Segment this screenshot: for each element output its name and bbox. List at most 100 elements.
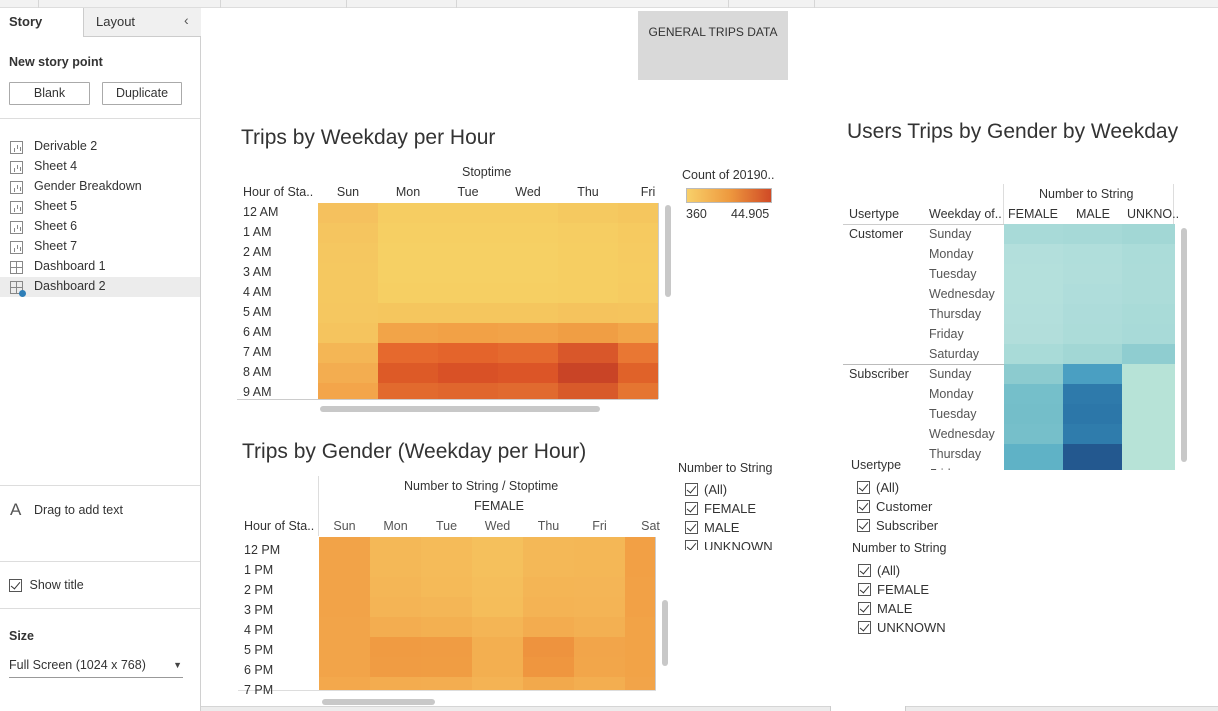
- chart2-heatmap-cell[interactable]: [370, 617, 421, 637]
- chart1-heatmap-cell[interactable]: [498, 263, 558, 283]
- chart2-heatmap-cell[interactable]: [472, 617, 523, 637]
- chart1-heatmap-cell[interactable]: [438, 223, 498, 243]
- chart3-heatmap-cell[interactable]: [1063, 424, 1122, 444]
- chart2-heatmap-cell[interactable]: [625, 617, 655, 637]
- chart1-heatmap-cell[interactable]: [498, 323, 558, 343]
- collapse-panel-icon[interactable]: ‹: [184, 12, 189, 28]
- chart1-heatmap-cell[interactable]: [618, 303, 658, 323]
- chart3-heatmap-cell[interactable]: [1122, 404, 1175, 424]
- chart1-vertical-scrollbar[interactable]: [665, 205, 671, 297]
- chart2-heatmap-cell[interactable]: [421, 577, 472, 597]
- chart1-heatmap-cell[interactable]: [318, 263, 378, 283]
- chart1-heatmap-cell[interactable]: [618, 203, 658, 223]
- chart1-heatmap-cell[interactable]: [438, 363, 498, 383]
- chart1-heatmap-cell[interactable]: [618, 283, 658, 303]
- chart3-heatmap-cell[interactable]: [1063, 284, 1122, 304]
- filter-checkbox[interactable]: [857, 519, 870, 533]
- filter-checkbox[interactable]: [685, 540, 698, 550]
- chart1-heatmap-cell[interactable]: [318, 343, 378, 363]
- filter-checkbox[interactable]: [858, 621, 871, 635]
- filter-item[interactable]: (All): [857, 479, 899, 498]
- chart2-heatmap-cell[interactable]: [370, 637, 421, 657]
- sheet-item[interactable]: Derivable 2: [0, 137, 200, 157]
- chart2-heatmap-cell[interactable]: [319, 577, 370, 597]
- chart2-heatmap-cell[interactable]: [421, 637, 472, 657]
- chart2-heatmap-cell[interactable]: [472, 677, 523, 690]
- chart2-heatmap-cell[interactable]: [421, 537, 472, 557]
- chart2-heatmap-cell[interactable]: [421, 617, 472, 637]
- active-story-point[interactable]: [830, 706, 906, 711]
- chart2-heatmap-cell[interactable]: [472, 637, 523, 657]
- blank-button[interactable]: Blank: [9, 82, 90, 105]
- chart3-heatmap-cell[interactable]: [1122, 364, 1175, 384]
- chart1-heatmap-cell[interactable]: [558, 283, 618, 303]
- filter-item[interactable]: Subscriber: [857, 517, 938, 536]
- filter-checkbox[interactable]: [858, 564, 871, 578]
- filter-item[interactable]: (All): [858, 562, 900, 581]
- sheet-item[interactable]: Gender Breakdown: [0, 177, 200, 197]
- sheet-item[interactable]: Dashboard 2: [0, 277, 200, 297]
- chart2-heatmap-cell[interactable]: [625, 537, 655, 557]
- chart3-heatmap-cell[interactable]: [1004, 344, 1063, 364]
- chart3-heatmap-cell[interactable]: [1004, 284, 1063, 304]
- chart1-heatmap-cell[interactable]: [438, 343, 498, 363]
- filter-item[interactable]: FEMALE: [685, 500, 756, 519]
- chart2-heatmap-cell[interactable]: [319, 617, 370, 637]
- chart1-heatmap-cell[interactable]: [318, 223, 378, 243]
- chart1-heatmap-cell[interactable]: [318, 203, 378, 223]
- filter-checkbox[interactable]: [685, 502, 698, 516]
- drag-to-add-text[interactable]: Drag to add text: [34, 503, 123, 517]
- chart3-heatmap-cell[interactable]: [1063, 264, 1122, 284]
- size-dropdown[interactable]: Full Screen (1024 x 768) ▼: [9, 658, 183, 678]
- chart1-heatmap-cell[interactable]: [498, 203, 558, 223]
- chart1-heatmap-cell[interactable]: [318, 303, 378, 323]
- chart1-heatmap-cell[interactable]: [318, 243, 378, 263]
- chart3-heatmap-cell[interactable]: [1063, 224, 1122, 244]
- chart3-heatmap-cell[interactable]: [1122, 304, 1175, 324]
- chart2-heatmap-cell[interactable]: [370, 557, 421, 577]
- chart1-heatmap-cell[interactable]: [558, 363, 618, 383]
- chart1-heatmap-cell[interactable]: [618, 243, 658, 263]
- chart2-heatmap-cell[interactable]: [472, 557, 523, 577]
- chart2-heatmap-cell[interactable]: [625, 677, 655, 690]
- chart2-heatmap-cell[interactable]: [472, 657, 523, 677]
- chart2-heatmap-cell[interactable]: [370, 537, 421, 557]
- filter-item[interactable]: UNKNOWN: [685, 538, 773, 550]
- chart2-heatmap-cell[interactable]: [421, 677, 472, 690]
- general-trips-data-button[interactable]: GENERAL TRIPS DATA: [638, 11, 788, 80]
- chart2-heatmap-cell[interactable]: [319, 557, 370, 577]
- chart1-heatmap-cell[interactable]: [618, 263, 658, 283]
- chart3-heatmap-cell[interactable]: [1122, 424, 1175, 444]
- chart2-heatmap-cell[interactable]: [370, 577, 421, 597]
- chart2-heatmap-cell[interactable]: [574, 597, 625, 617]
- chart1-heatmap-cell[interactable]: [438, 303, 498, 323]
- filter-item[interactable]: Customer: [857, 498, 932, 517]
- chart2-heatmap-cell[interactable]: [523, 637, 574, 657]
- chart1-heatmap-cell[interactable]: [558, 343, 618, 363]
- chart2-heatmap-cell[interactable]: [472, 597, 523, 617]
- filter-checkbox[interactable]: [858, 583, 871, 597]
- chart3-heatmap-cell[interactable]: [1122, 344, 1175, 364]
- chart3-heatmap-cell[interactable]: [1004, 424, 1063, 444]
- chart2-heatmap-cell[interactable]: [370, 597, 421, 617]
- chart1-heatmap-cell[interactable]: [438, 243, 498, 263]
- chart2-heatmap-cell[interactable]: [421, 657, 472, 677]
- chart3-heatmap-cell[interactable]: [1063, 444, 1122, 464]
- chart3-heatmap-cell[interactable]: [1122, 224, 1175, 244]
- chart2-heatmap-cell[interactable]: [421, 597, 472, 617]
- chart2-heatmap-cell[interactable]: [370, 657, 421, 677]
- chart1-heatmap-cell[interactable]: [378, 243, 438, 263]
- chart2-heatmap-cell[interactable]: [625, 637, 655, 657]
- chart1-heatmap-cell[interactable]: [558, 383, 618, 399]
- chart3-heatmap-cell[interactable]: [1004, 244, 1063, 264]
- sheet-item[interactable]: Sheet 4: [0, 157, 200, 177]
- chart1-heatmap-cell[interactable]: [498, 223, 558, 243]
- filter-item[interactable]: UNKNOWN: [858, 619, 946, 638]
- gender-filter-list[interactable]: (All) FEMALE MALE UNKNOWN: [685, 481, 785, 550]
- chart1-heatmap-cell[interactable]: [378, 283, 438, 303]
- chart1-heatmap-cell[interactable]: [378, 203, 438, 223]
- chart3-heatmap-cell[interactable]: [1004, 264, 1063, 284]
- chart2-heatmap-cell[interactable]: [574, 537, 625, 557]
- chart1-heatmap-cell[interactable]: [618, 383, 658, 399]
- chart1-heatmap-cell[interactable]: [318, 323, 378, 343]
